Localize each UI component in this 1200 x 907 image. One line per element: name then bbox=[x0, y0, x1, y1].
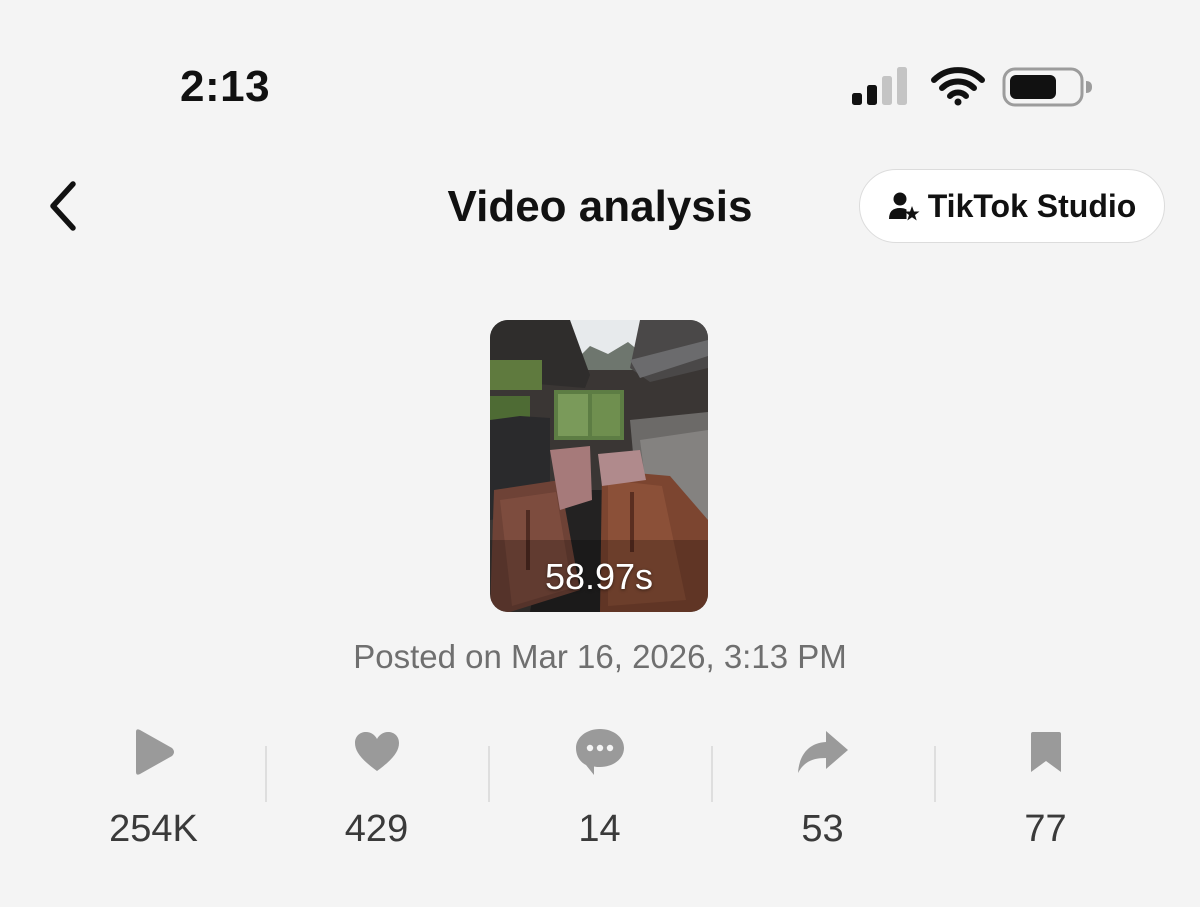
page-title: Video analysis bbox=[447, 182, 753, 231]
stat-views: 254K bbox=[42, 722, 265, 862]
status-time: 2:13 bbox=[180, 62, 271, 111]
heart-icon bbox=[354, 732, 399, 771]
chevron-left-icon bbox=[50, 181, 76, 231]
back-button[interactable] bbox=[34, 176, 90, 236]
stats-row: 254K 429 14 53 77 bbox=[42, 722, 1157, 862]
user-star-icon bbox=[888, 192, 920, 221]
comments-count: 14 bbox=[578, 808, 621, 850]
bookmark-icon bbox=[1030, 732, 1061, 772]
tiktok-studio-label: TikTok Studio bbox=[927, 187, 1137, 224]
stat-likes: 429 bbox=[265, 722, 488, 862]
wifi-icon bbox=[931, 67, 985, 106]
stat-shares: 53 bbox=[711, 722, 934, 862]
cellular-signal-icon bbox=[852, 67, 907, 105]
status-bar: 2:13 bbox=[0, 0, 1200, 150]
views-count: 254K bbox=[109, 808, 198, 850]
video-thumbnail[interactable]: 58.97s bbox=[490, 320, 708, 612]
play-icon bbox=[135, 729, 174, 775]
posted-date: Posted on Mar 16, 2026, 3:13 PM bbox=[353, 638, 847, 675]
video-duration: 58.97s bbox=[544, 556, 654, 597]
tiktok-studio-button[interactable]: TikTok Studio bbox=[859, 169, 1165, 243]
battery-icon bbox=[1002, 67, 1092, 107]
share-icon bbox=[797, 731, 848, 773]
saves-count: 77 bbox=[1024, 808, 1067, 850]
comment-icon bbox=[575, 729, 624, 775]
shares-count: 53 bbox=[801, 808, 844, 850]
stat-saves: 77 bbox=[934, 722, 1157, 862]
likes-count: 429 bbox=[344, 808, 409, 850]
stat-comments: 14 bbox=[488, 722, 711, 862]
